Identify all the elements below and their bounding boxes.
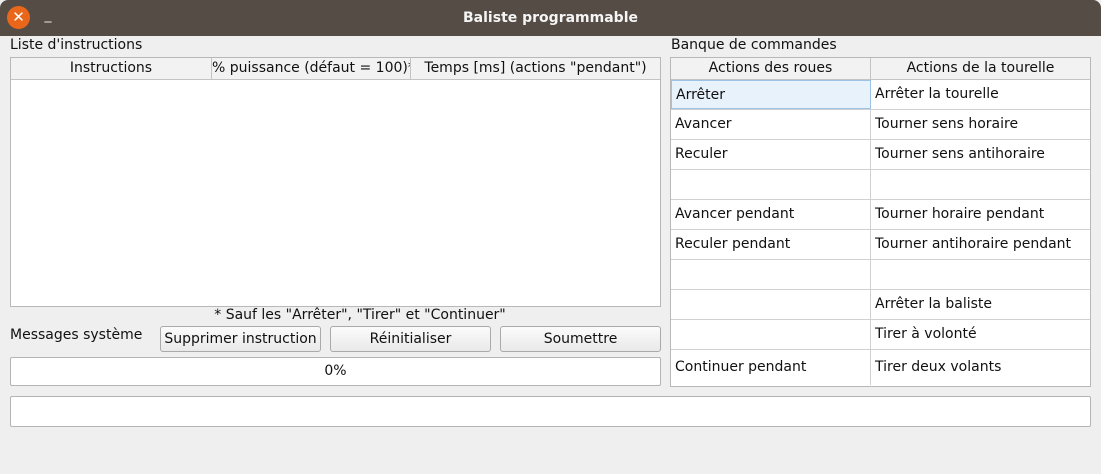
turret-action-cell[interactable]: Tirer à volonté <box>871 320 1090 349</box>
title-bar: ✕ _ Baliste programmable <box>0 0 1101 36</box>
wheel-action-cell[interactable]: Continuer pendant <box>671 350 871 385</box>
command-row[interactable]: Avancer Tourner sens horaire <box>671 110 1090 140</box>
command-row[interactable]: Avancer pendant Tourner horaire pendant <box>671 200 1090 230</box>
col-header-turret-actions[interactable]: Actions de la tourelle <box>871 58 1090 79</box>
turret-action-cell[interactable]: Tourner antihoraire pendant <box>871 230 1090 259</box>
wheel-action-cell[interactable]: Arrêter <box>671 80 871 109</box>
wheel-action-cell[interactable] <box>671 170 871 199</box>
command-row[interactable]: Arrêter Arrêter la tourelle <box>671 80 1090 110</box>
window-title: Baliste programmable <box>463 10 638 26</box>
command-row[interactable] <box>671 170 1090 200</box>
progress-text: 0% <box>324 363 347 379</box>
wheel-action-cell[interactable] <box>671 320 871 349</box>
col-header-wheel-actions[interactable]: Actions des roues <box>671 58 871 79</box>
command-bank-header: Actions des roues Actions de la tourelle <box>671 58 1090 80</box>
submit-button[interactable]: Soumettre <box>500 326 661 352</box>
turret-action-cell[interactable] <box>871 170 1090 199</box>
turret-action-cell[interactable]: Tourner horaire pendant <box>871 200 1090 229</box>
wheel-action-cell[interactable] <box>671 260 871 289</box>
wheel-action-cell[interactable]: Avancer pendant <box>671 200 871 229</box>
command-row[interactable]: Continuer pendant Tirer deux volants <box>671 350 1090 385</box>
command-row[interactable]: Reculer Tourner sens antihoraire <box>671 140 1090 170</box>
delete-instruction-button[interactable]: Supprimer instruction <box>160 326 321 352</box>
turret-action-cell[interactable]: Arrêter la tourelle <box>871 80 1090 109</box>
wheel-action-cell[interactable]: Avancer <box>671 110 871 139</box>
col-header-power[interactable]: % puissance (défaut = 100)* <box>212 58 411 79</box>
command-bank-table[interactable]: Actions des roues Actions de la tourelle… <box>670 57 1091 387</box>
status-field <box>10 396 1091 427</box>
command-row[interactable]: Reculer pendant Tourner antihoraire penda… <box>671 230 1090 260</box>
command-row[interactable] <box>671 260 1090 290</box>
turret-action-cell[interactable]: Arrêter la baliste <box>871 290 1090 319</box>
command-row[interactable]: Tirer à volonté <box>671 320 1090 350</box>
wheel-action-cell[interactable] <box>671 290 871 319</box>
turret-action-cell[interactable]: Tirer deux volants <box>871 350 1090 385</box>
turret-action-cell[interactable] <box>871 260 1090 289</box>
instructions-table-header: Instructions % puissance (défaut = 100)*… <box>11 58 660 80</box>
wheel-action-cell[interactable]: Reculer pendant <box>671 230 871 259</box>
turret-action-cell[interactable]: Tourner sens antihoraire <box>871 140 1090 169</box>
col-header-instructions[interactable]: Instructions <box>11 58 212 79</box>
instructions-table[interactable]: Instructions % puissance (défaut = 100)*… <box>10 57 661 307</box>
power-footnote: * Sauf les "Arrêter", "Tirer" et "Contin… <box>214 307 506 323</box>
command-bank-label: Banque de commandes <box>671 37 837 53</box>
reset-button[interactable]: Réinitialiser <box>330 326 491 352</box>
progress-bar: 0% <box>10 357 661 386</box>
system-messages-label: Messages système <box>10 327 143 343</box>
instructions-label: Liste d'instructions <box>10 37 143 53</box>
col-header-time[interactable]: Temps [ms] (actions "pendant") <box>411 58 660 79</box>
command-row[interactable]: Arrêter la baliste <box>671 290 1090 320</box>
turret-action-cell[interactable]: Tourner sens horaire <box>871 110 1090 139</box>
wheel-action-cell[interactable]: Reculer <box>671 140 871 169</box>
